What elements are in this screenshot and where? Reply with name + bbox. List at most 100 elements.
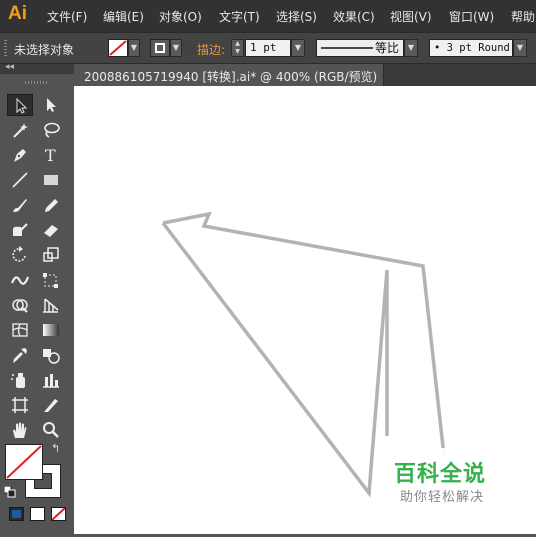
document-tab[interactable]: 200886105719940 [转换].ai* @ 400% (RGB/预览) xyxy=(74,64,384,86)
line-segment-tool[interactable] xyxy=(7,169,33,191)
fill-color-swatch[interactable] xyxy=(5,444,43,480)
hand-icon xyxy=(13,422,27,438)
slice-tool[interactable] xyxy=(38,394,64,416)
fill-swatch[interactable] xyxy=(108,39,128,57)
selection-tool[interactable] xyxy=(7,94,33,116)
eyedropper-icon xyxy=(13,348,27,363)
perspective-grid-tool[interactable] xyxy=(38,294,64,316)
direct-selection-icon xyxy=(47,98,56,112)
tools-panel-grip[interactable] xyxy=(25,81,47,84)
watermark-subtitle: 助你轻松解决 xyxy=(400,490,485,505)
symbol-sprayer-tool[interactable] xyxy=(7,369,33,391)
menu-window[interactable]: 窗口(W) xyxy=(449,8,494,25)
stroke-weight-stepper[interactable]: ▲ ▼ xyxy=(231,39,244,57)
eraser-icon xyxy=(44,225,58,237)
hand-tool[interactable] xyxy=(7,419,33,441)
none-mode-button[interactable] xyxy=(51,507,66,521)
swap-fill-stroke-icon[interactable]: ↰ xyxy=(51,442,60,455)
app-logo: Ai xyxy=(8,3,27,24)
blend-icon xyxy=(43,349,60,364)
color-mode-button[interactable] xyxy=(9,507,24,521)
pen-nib-icon xyxy=(14,149,26,162)
stroke-profile-dropdown[interactable]: ▼ xyxy=(404,39,418,57)
menu-select[interactable]: 选择(S) xyxy=(276,8,317,25)
rectangle-icon xyxy=(44,175,58,185)
magic-wand-icon xyxy=(13,123,28,138)
collapse-icon[interactable]: ◂◂ xyxy=(5,62,14,72)
gradient-mode-button[interactable] xyxy=(30,507,45,521)
gradient-tool[interactable] xyxy=(38,319,64,341)
free-transform-tool[interactable] xyxy=(38,269,64,291)
perspective-grid-icon xyxy=(43,298,59,313)
artboard-tool[interactable] xyxy=(7,394,33,416)
stroke-dropdown[interactable]: ▼ xyxy=(170,39,182,57)
column-graph-tool[interactable] xyxy=(38,369,64,391)
default-colors-icon[interactable] xyxy=(4,486,16,498)
width-tool[interactable] xyxy=(7,269,33,291)
mesh-icon xyxy=(12,323,28,337)
zoom-tool[interactable] xyxy=(38,419,64,441)
stroke-weight-field[interactable]: 1 pt xyxy=(245,39,291,57)
slice-knife-icon xyxy=(44,399,58,412)
pencil-icon xyxy=(45,199,58,212)
menu-effect[interactable]: 效果(C) xyxy=(333,8,375,25)
profile-line-icon xyxy=(321,47,373,49)
lasso-icon xyxy=(44,122,60,138)
control-bar-grip[interactable] xyxy=(4,40,7,57)
brush-dropdown[interactable]: ▼ xyxy=(513,39,527,57)
stroke-profile-label: 等比 xyxy=(375,41,400,55)
brush-field[interactable]: • 3 pt Round xyxy=(429,39,513,57)
menu-bar: Ai 文件(F) 编辑(E) 对象(O) 文字(T) 选择(S) 效果(C) 视… xyxy=(0,0,536,32)
watermark-title: 百科全说 xyxy=(394,462,487,487)
symbol-sprayer-icon xyxy=(11,373,25,388)
mesh-tool[interactable] xyxy=(7,319,33,341)
none-slash-icon xyxy=(51,507,66,521)
selection-status: 未选择对象 xyxy=(14,43,75,57)
svg-text:T: T xyxy=(45,146,56,164)
stroke-swatch[interactable] xyxy=(150,39,170,57)
line-segment-icon xyxy=(12,172,28,188)
blob-brush-tool[interactable] xyxy=(7,219,33,241)
shape-builder-tool[interactable] xyxy=(7,294,33,316)
rotate-tool[interactable] xyxy=(7,244,33,266)
type-tool[interactable]: T xyxy=(38,144,64,166)
magic-wand-tool[interactable] xyxy=(7,119,33,141)
menu-object[interactable]: 对象(O) xyxy=(159,8,202,25)
color-mode-buttons xyxy=(6,505,68,523)
gradient-icon xyxy=(43,324,59,336)
pencil-tool[interactable] xyxy=(38,194,64,216)
stroke-profile-field[interactable]: 等比 xyxy=(316,39,404,57)
eraser-tool[interactable] xyxy=(38,219,64,241)
selection-arrow-icon xyxy=(16,97,28,114)
menu-edit[interactable]: 编辑(E) xyxy=(103,8,144,25)
fill-dropdown[interactable]: ▼ xyxy=(128,39,140,57)
lasso-tool[interactable] xyxy=(38,119,64,141)
direct-selection-tool[interactable] xyxy=(38,94,64,116)
column-graph-icon xyxy=(43,374,59,388)
menu-type[interactable]: 文字(T) xyxy=(219,8,260,25)
rectangle-tool[interactable] xyxy=(38,169,64,191)
blob-brush-icon xyxy=(13,223,28,236)
rotate-icon xyxy=(12,246,26,262)
eyedropper-tool[interactable] xyxy=(7,344,33,366)
width-icon xyxy=(10,276,30,285)
watermark-logo: 百科全说 助你轻松解决 xyxy=(382,448,514,510)
menu-view[interactable]: 视图(V) xyxy=(390,8,432,25)
stroke-label[interactable]: 描边: xyxy=(197,41,225,58)
menu-file[interactable]: 文件(F) xyxy=(47,8,87,25)
scale-icon xyxy=(43,247,59,262)
pen-tool[interactable] xyxy=(7,144,33,166)
tools-panel: ◂◂ T ↰ xyxy=(0,62,74,534)
shape-builder-icon xyxy=(12,299,28,313)
control-bar: 未选择对象 ▼ ▼ 描边: ▲ ▼ 1 pt ▼ 等比 ▼ • 3 pt Roun… xyxy=(0,32,536,64)
blend-tool[interactable] xyxy=(38,344,64,366)
none-fill-icon xyxy=(6,445,42,479)
paintbrush-tool[interactable] xyxy=(7,194,33,216)
none-fill-icon xyxy=(109,40,127,56)
stroke-weight-dropdown[interactable]: ▼ xyxy=(291,39,305,57)
paintbrush-icon xyxy=(13,199,27,212)
scale-tool[interactable] xyxy=(38,244,64,266)
type-t-icon: T xyxy=(45,146,56,164)
document-tab-title: 200886105719940 [转换].ai* @ 400% (RGB/预览) xyxy=(84,70,378,84)
menu-help[interactable]: 帮助 xyxy=(511,8,535,25)
